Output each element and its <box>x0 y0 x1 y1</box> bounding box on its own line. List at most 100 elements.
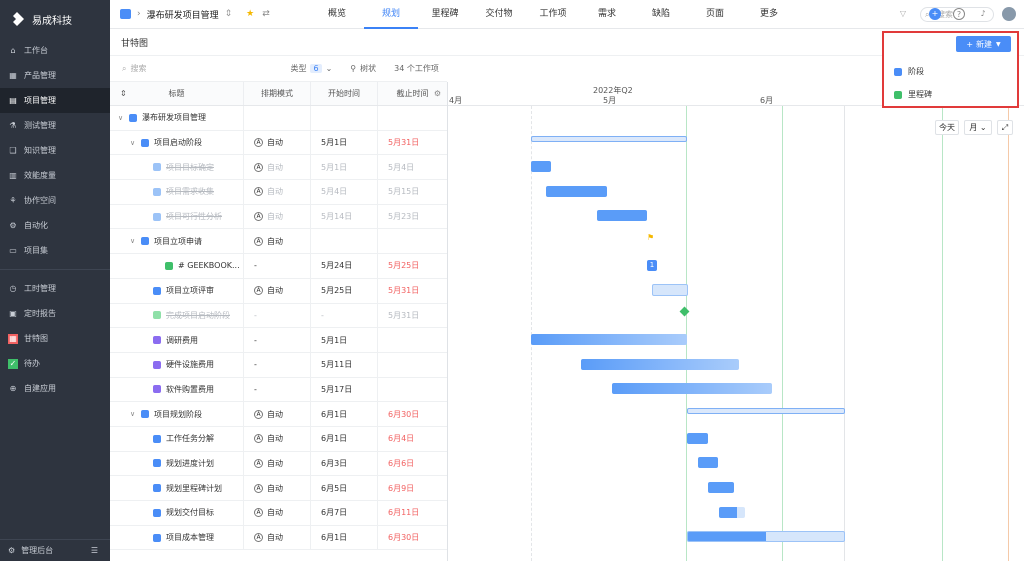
table-row[interactable]: 工作任务分解 A 自动 6月1日 6月4日 <box>110 426 447 452</box>
cell-start[interactable]: 6月1日 <box>311 426 378 451</box>
row-title[interactable]: 软件购置费用 <box>166 384 214 395</box>
cell-end[interactable]: 6月9日 <box>378 476 447 500</box>
sidebar-item[interactable]: ▥ 效能度量 <box>0 163 110 188</box>
sidebar-item[interactable]: ⊕ 自建应用 <box>0 376 110 401</box>
row-title[interactable]: 项目目标确定 <box>166 162 214 173</box>
gantt-bar[interactable] <box>546 186 607 197</box>
row-title[interactable]: 工作任务分解 <box>166 433 214 444</box>
tab[interactable]: 概览 <box>310 0 364 29</box>
sidebar-item[interactable]: ▦ 产品管理 <box>0 63 110 88</box>
cell-start[interactable] <box>311 229 378 254</box>
cell-start[interactable]: - <box>311 303 378 328</box>
row-title[interactable]: 规划进度计划 <box>166 458 214 469</box>
table-row[interactable]: 规划交付目标 A 自动 6月7日 6月11日 <box>110 501 447 526</box>
cell-end[interactable]: 5月23日 <box>378 205 447 229</box>
gantt-bar[interactable] <box>698 457 718 468</box>
cell-end[interactable] <box>378 106 447 130</box>
filter-icon[interactable]: ▽ <box>897 8 909 20</box>
bell-icon[interactable]: ♪ <box>977 8 989 20</box>
tab[interactable]: 工作项 <box>526 0 580 29</box>
add-icon[interactable]: + <box>929 8 941 20</box>
help-icon[interactable]: ? <box>953 8 965 20</box>
gantt-bar[interactable] <box>597 210 647 221</box>
sidebar-item[interactable]: ▭ 项目集 <box>0 238 110 263</box>
cell-start[interactable]: 6月1日 <box>311 525 378 550</box>
tab[interactable]: 更多 <box>742 0 796 29</box>
sidebar-item[interactable]: ✓ 待办 <box>0 351 110 376</box>
cell-end[interactable]: 6月4日 <box>378 427 447 451</box>
cell-start[interactable]: 5月1日 <box>311 328 378 352</box>
menu-item-stage[interactable]: 阶段 <box>894 66 924 77</box>
cell-end[interactable]: 5月25日 <box>378 254 447 278</box>
cell-end[interactable]: 5月31日 <box>378 304 447 328</box>
table-row[interactable]: 规划进度计划 A 自动 6月3日 6月6日 <box>110 451 447 477</box>
row-title[interactable]: 项目规划阶段 <box>154 409 202 420</box>
gantt-bar[interactable] <box>687 408 845 414</box>
table-row[interactable]: ∨ 项目规划阶段 A 自动 6月1日 6月30日 <box>110 402 447 427</box>
gantt-bar[interactable] <box>531 136 687 142</box>
cell-end[interactable] <box>378 229 447 253</box>
cell-end[interactable]: 5月31日 <box>378 131 447 155</box>
collapse-icon[interactable]: ☰ <box>91 546 98 555</box>
type-filter-label[interactable]: 类型 <box>290 63 306 74</box>
table-row[interactable]: 项目需求收集 A 自动 5月4日 5月15日 <box>110 180 447 205</box>
avatar[interactable] <box>1002 7 1016 21</box>
table-row[interactable]: 项目成本管理 A 自动 6月1日 6月30日 <box>110 525 447 551</box>
sidebar-item[interactable]: ▣ 定时报告 <box>0 301 110 326</box>
cell-start[interactable]: 5月1日 <box>311 155 378 180</box>
cell-start[interactable]: 5月14日 <box>311 204 378 229</box>
scale-select[interactable]: 月 ⌄ <box>964 120 992 135</box>
cell-end[interactable]: 6月30日 <box>378 402 447 426</box>
cell-start[interactable]: 5月4日 <box>311 180 378 204</box>
table-row[interactable]: 规划里程碑计划 A 自动 6月5日 6月9日 <box>110 476 447 501</box>
row-title[interactable]: 规划交付目标 <box>166 507 214 518</box>
table-row[interactable]: 软件购置费用 - 5月17日 <box>110 377 447 403</box>
star-icon[interactable]: ★ <box>246 9 254 19</box>
cell-start[interactable]: 6月3日 <box>311 451 378 476</box>
table-row[interactable]: 硬件设施费用 - 5月11日 <box>110 352 447 378</box>
table-row[interactable]: 调研费用 - 5月1日 <box>110 328 447 353</box>
gantt-bar[interactable] <box>612 383 772 394</box>
sidebar-item[interactable]: ⌂ 工作台 <box>0 38 110 63</box>
cell-end[interactable] <box>378 353 447 377</box>
fullscreen-icon[interactable]: ⤢ <box>997 120 1013 135</box>
expand-caret-icon[interactable]: ∨ <box>130 139 138 147</box>
row-title[interactable]: 规划里程碑计划 <box>166 483 222 494</box>
table-row[interactable]: 项目可行性分析 A 自动 5月14日 5月23日 <box>110 204 447 230</box>
cell-end[interactable]: 5月4日 <box>378 155 447 179</box>
gantt-bar[interactable] <box>719 507 745 518</box>
table-row[interactable]: ∨ 项目启动阶段 A 自动 5月1日 5月31日 <box>110 130 447 156</box>
sidebar-item[interactable]: ▤ 项目管理 <box>0 88 110 113</box>
swap-icon[interactable]: ⇄ <box>262 9 270 19</box>
expand-caret-icon[interactable]: ∨ <box>118 114 126 122</box>
cell-start[interactable]: 6月5日 <box>311 476 378 500</box>
breadcrumb[interactable]: › 瀑布研发项目管理 ⇕ ★ ⇄ <box>110 8 310 21</box>
sidebar-item[interactable]: ❑ 知识管理 <box>0 138 110 163</box>
gantt-bar[interactable] <box>708 482 734 493</box>
cell-end[interactable] <box>378 328 447 352</box>
settings-icon[interactable]: ⚙ <box>434 89 441 98</box>
table-row[interactable]: 完成项目启动阶段 - -5月31日 <box>110 303 447 329</box>
table-row[interactable]: # GEEKBOOK... - 5月24日 5月25日 <box>110 254 447 279</box>
cell-start[interactable]: 5月17日 <box>311 377 378 402</box>
gantt-badge[interactable]: 1 <box>647 260 657 271</box>
cell-end[interactable]: 6月6日 <box>378 452 447 476</box>
cell-end[interactable]: 5月15日 <box>378 180 447 204</box>
new-button[interactable]: + 新建 ▼ <box>956 36 1011 52</box>
sidebar-item[interactable]: ◷ 工时管理 <box>0 276 110 301</box>
brand-logo[interactable]: 易成科技 <box>0 0 110 38</box>
row-title[interactable]: 硬件设施费用 <box>166 359 214 370</box>
expand-all-icon[interactable]: ⇕ <box>120 89 127 98</box>
table-row[interactable]: 项目目标确定 A 自动 5月1日 5月4日 <box>110 155 447 181</box>
gantt-bar[interactable] <box>687 433 708 444</box>
row-title[interactable]: 项目可行性分析 <box>166 211 222 222</box>
gantt-bar[interactable] <box>531 161 551 172</box>
col-mode[interactable]: 排期模式 <box>244 82 311 105</box>
row-title[interactable]: 完成项目启动阶段 <box>166 310 230 321</box>
cell-start[interactable]: 6月7日 <box>311 501 378 525</box>
tab[interactable]: 规划 <box>364 0 418 29</box>
cell-start[interactable]: 5月11日 <box>311 352 378 377</box>
cell-start[interactable]: 5月24日 <box>311 254 378 278</box>
row-title[interactable]: 项目成本管理 <box>166 532 214 543</box>
tab[interactable]: 页面 <box>688 0 742 29</box>
